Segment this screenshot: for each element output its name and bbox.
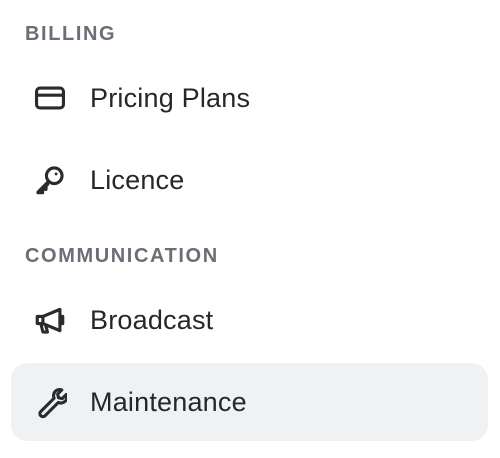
- credit-card-icon: [33, 81, 67, 115]
- sidebar-item-maintenance[interactable]: Maintenance: [11, 363, 488, 441]
- section-header-billing: BILLING: [25, 23, 117, 45]
- sidebar-item-pricing-plans[interactable]: Pricing Plans: [11, 59, 488, 137]
- sidebar-item-label: Broadcast: [90, 305, 214, 335]
- sidebar-item-label: Maintenance: [90, 387, 247, 417]
- sidebar-item-label: Pricing Plans: [90, 83, 251, 113]
- sidebar-item-broadcast[interactable]: Broadcast: [11, 281, 488, 359]
- megaphone-icon: [33, 303, 67, 337]
- section-header-communication: COMMUNICATION: [25, 245, 219, 267]
- key-icon: [33, 163, 67, 197]
- sidebar-item-licence[interactable]: Licence: [11, 141, 488, 219]
- sidebar-nav: BILLING Pricing Plans Licence COMMUNICAT…: [0, 0, 500, 458]
- sidebar-item-label: Licence: [90, 165, 185, 195]
- wrench-icon: [33, 385, 67, 419]
